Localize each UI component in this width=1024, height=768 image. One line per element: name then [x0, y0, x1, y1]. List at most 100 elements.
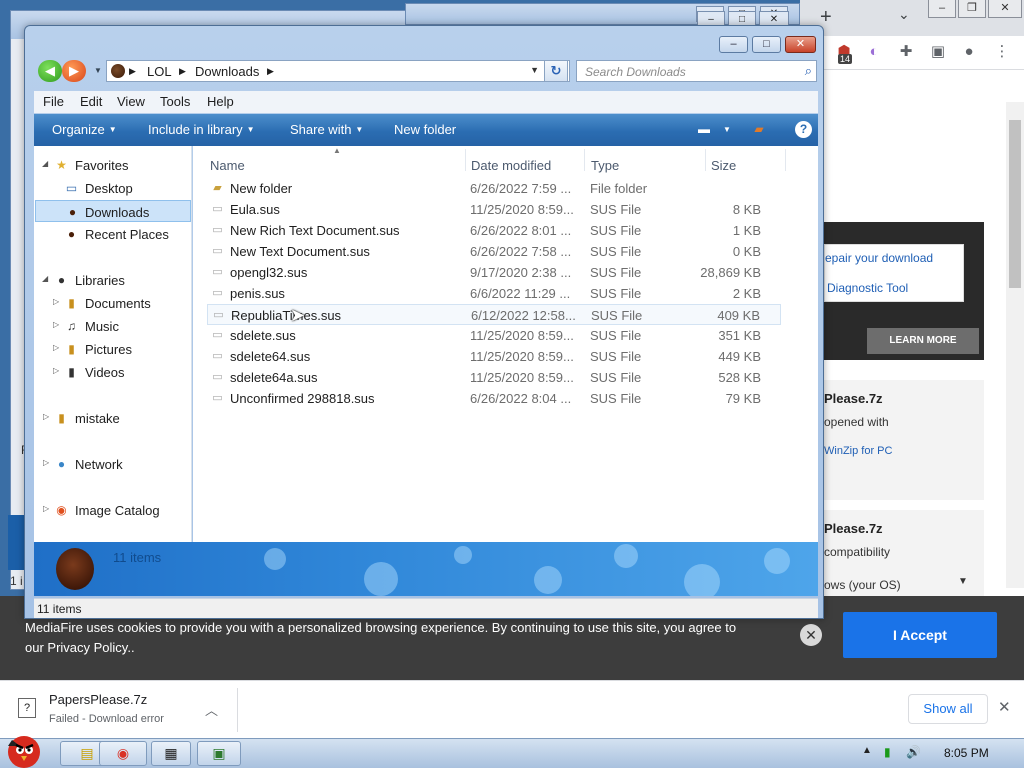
tab-search-chevron-icon[interactable]: ⌄ [898, 6, 910, 23]
column-divider[interactable] [584, 149, 585, 171]
expand-arrow-icon[interactable]: ▷ [53, 297, 59, 306]
menu-file[interactable]: File [43, 94, 64, 109]
nav-image-catalog[interactable]: ▷ ◉ Image Catalog [34, 499, 192, 521]
extensions-puzzle-icon[interactable]: ✚ [896, 42, 916, 62]
menu-edit[interactable]: Edit [80, 94, 102, 109]
nav-documents[interactable]: ▷ ▮ Documents [34, 292, 192, 314]
accept-cookies-button[interactable]: I Accept [843, 612, 997, 658]
show-all-downloads-button[interactable]: Show all [908, 694, 988, 724]
forward-arrow-icon[interactable]: ▶ [62, 60, 86, 82]
file-row[interactable]: ▭ sdelete64a.sus 11/25/2020 8:59... SUS … [207, 367, 781, 388]
breadcrumb-downloads[interactable]: Downloads [195, 64, 259, 79]
nav-mistake[interactable]: ▷ ▮ mistake [34, 407, 192, 429]
browser-restore-button[interactable]: ❐ [958, 0, 986, 18]
expand-arrow-icon[interactable]: ▷ [53, 343, 59, 352]
nav-music[interactable]: ▷ ♫ Music [34, 315, 192, 337]
download-options-chevron-icon[interactable]: ︿ [205, 700, 218, 719]
menu-tools[interactable]: Tools [160, 94, 190, 109]
angry-bird-start-icon[interactable] [2, 730, 48, 768]
nav-pictures[interactable]: ▷ ▮ Pictures [34, 338, 192, 360]
expand-arrow-icon[interactable]: ▷ [53, 320, 59, 329]
column-divider[interactable] [705, 149, 706, 171]
file-row[interactable]: ▭ Eula.sus 11/25/2020 8:59... SUS File 8… [207, 199, 781, 220]
taskbar-notepad-icon[interactable]: ▦ [151, 741, 191, 766]
taskbar-app-icon[interactable]: ▣ [197, 741, 241, 766]
browser-menu-icon[interactable]: ⋮ [992, 42, 1012, 62]
column-divider[interactable] [785, 149, 786, 171]
help-icon[interactable]: ? [795, 121, 812, 138]
repair-download-link[interactable]: epair your download [825, 251, 933, 265]
address-bar[interactable]: ▶ LOL ▶ Downloads ▶ ▼ [106, 60, 570, 82]
os-select-arrow-icon[interactable]: ▼ [958, 576, 968, 587]
learn-more-button[interactable]: LEARN MORE [867, 328, 979, 354]
breadcrumb-separator-icon[interactable]: ▶ [267, 66, 274, 77]
download-file-icon[interactable]: ? [18, 698, 36, 718]
profile-avatar-icon[interactable]: ● [959, 42, 979, 62]
share-with-button[interactable]: Share with ▼ [290, 122, 363, 137]
search-input[interactable]: Search Downloads [585, 65, 686, 79]
nav-downloads[interactable]: ● Downloads [35, 200, 191, 222]
nav-favorites[interactable]: ◢ ★ Favorites [34, 154, 192, 176]
explorer-minimize-button[interactable]: – [719, 36, 748, 53]
menu-help[interactable]: Help [207, 94, 234, 109]
expand-arrow-icon[interactable]: ▷ [53, 366, 59, 375]
expand-arrow-icon[interactable]: ▷ [43, 412, 49, 421]
view-options-icon[interactable]: ▬ [695, 122, 713, 138]
include-in-library-button[interactable]: Include in library ▼ [148, 122, 255, 137]
file-row[interactable]: ▭ penis.sus 6/6/2022 11:29 ... SUS File … [207, 283, 781, 304]
browser-close-button[interactable]: ✕ [988, 0, 1022, 18]
expand-arrow-icon[interactable]: ▷ [43, 504, 49, 513]
tray-expand-icon[interactable]: ▲ [862, 745, 872, 756]
search-icon[interactable]: ⌕ [805, 63, 812, 79]
breadcrumb-lol[interactable]: LOL [147, 64, 172, 79]
file-row[interactable]: ▭ New Rich Text Document.sus 6/26/2022 8… [207, 220, 781, 241]
back-arrow-icon[interactable]: ◀ [38, 60, 62, 82]
close-downloads-bar-icon[interactable]: ✕ [998, 698, 1011, 716]
browser-minimize-button[interactable]: – [928, 0, 956, 18]
file-row[interactable]: ▭ sdelete.sus 11/25/2020 8:59... SUS Fil… [207, 325, 781, 346]
page-scrollbar[interactable] [1006, 102, 1024, 588]
tray-volume-icon[interactable]: 🔊 [906, 745, 921, 759]
breadcrumb-separator-icon[interactable]: ▶ [129, 66, 136, 77]
file-row[interactable]: ▭ New Text Document.sus 6/26/2022 7:58 .… [207, 241, 781, 262]
explorer-close-button[interactable]: ✕ [785, 36, 816, 53]
file-row[interactable]: ▭ Unconfirmed 298818.sus 6/26/2022 8:04 … [207, 388, 781, 409]
breadcrumb-separator-icon[interactable]: ▶ [179, 66, 186, 77]
column-size[interactable]: Size [711, 158, 736, 173]
taskbar-clock[interactable]: 8:05 PM [944, 746, 989, 760]
menu-view[interactable]: View [117, 94, 145, 109]
column-name[interactable]: Name [210, 158, 245, 173]
file-row[interactable]: ▭ sdelete64.sus 11/25/2020 8:59... SUS F… [207, 346, 781, 367]
page-scrollbar-thumb[interactable] [1009, 120, 1021, 288]
download-file-name[interactable]: PapersPlease.7z [49, 692, 147, 707]
expand-arrow-icon[interactable]: ◢ [42, 274, 48, 283]
address-dropdown-icon[interactable]: ▼ [530, 65, 539, 75]
nav-desktop[interactable]: ▭ Desktop [34, 177, 192, 199]
column-divider[interactable] [465, 149, 466, 171]
organize-button[interactable]: Organize ▼ [52, 122, 117, 137]
recent-pages-chevron-icon[interactable]: ▼ [94, 66, 102, 75]
nav-libraries[interactable]: ◢ ● Libraries [34, 269, 192, 291]
refresh-icon[interactable]: ↻ [544, 60, 568, 82]
diagnostic-tool-link[interactable]: Diagnostic Tool [827, 281, 908, 295]
nav-videos[interactable]: ▷ ▮ Videos [34, 361, 192, 383]
winzip-link[interactable]: WinZip for PC [824, 445, 892, 457]
file-row[interactable]: ▰ New folder 6/26/2022 7:59 ... File fol… [207, 178, 781, 199]
column-date-modified[interactable]: Date modified [471, 158, 551, 173]
cookie-close-icon[interactable]: ✕ [800, 624, 822, 646]
extension-profile-color-icon[interactable]: ◐ [864, 42, 884, 62]
side-panel-icon[interactable]: ▣ [928, 42, 948, 62]
search-box[interactable]: Search Downloads ⌕ [576, 60, 817, 82]
new-folder-button[interactable]: New folder [394, 122, 456, 137]
column-type[interactable]: Type [591, 158, 619, 173]
tray-battery-icon[interactable]: ▮ [884, 745, 891, 759]
explorer-maximize-button[interactable]: □ [752, 36, 781, 53]
preview-pane-icon[interactable]: ▰ [750, 122, 768, 138]
nav-recent-places[interactable]: ● Recent Places [34, 223, 192, 245]
file-row[interactable]: ▭ opengl32.sus 9/17/2020 2:38 ... SUS Fi… [207, 262, 781, 283]
expand-arrow-icon[interactable]: ▷ [43, 458, 49, 467]
taskbar-chrome-icon[interactable]: ◉ [99, 741, 147, 766]
start-button[interactable] [2, 730, 48, 768]
nav-network[interactable]: ▷ ● Network [34, 453, 192, 475]
view-options-chevron-icon[interactable]: ▼ [718, 125, 736, 141]
